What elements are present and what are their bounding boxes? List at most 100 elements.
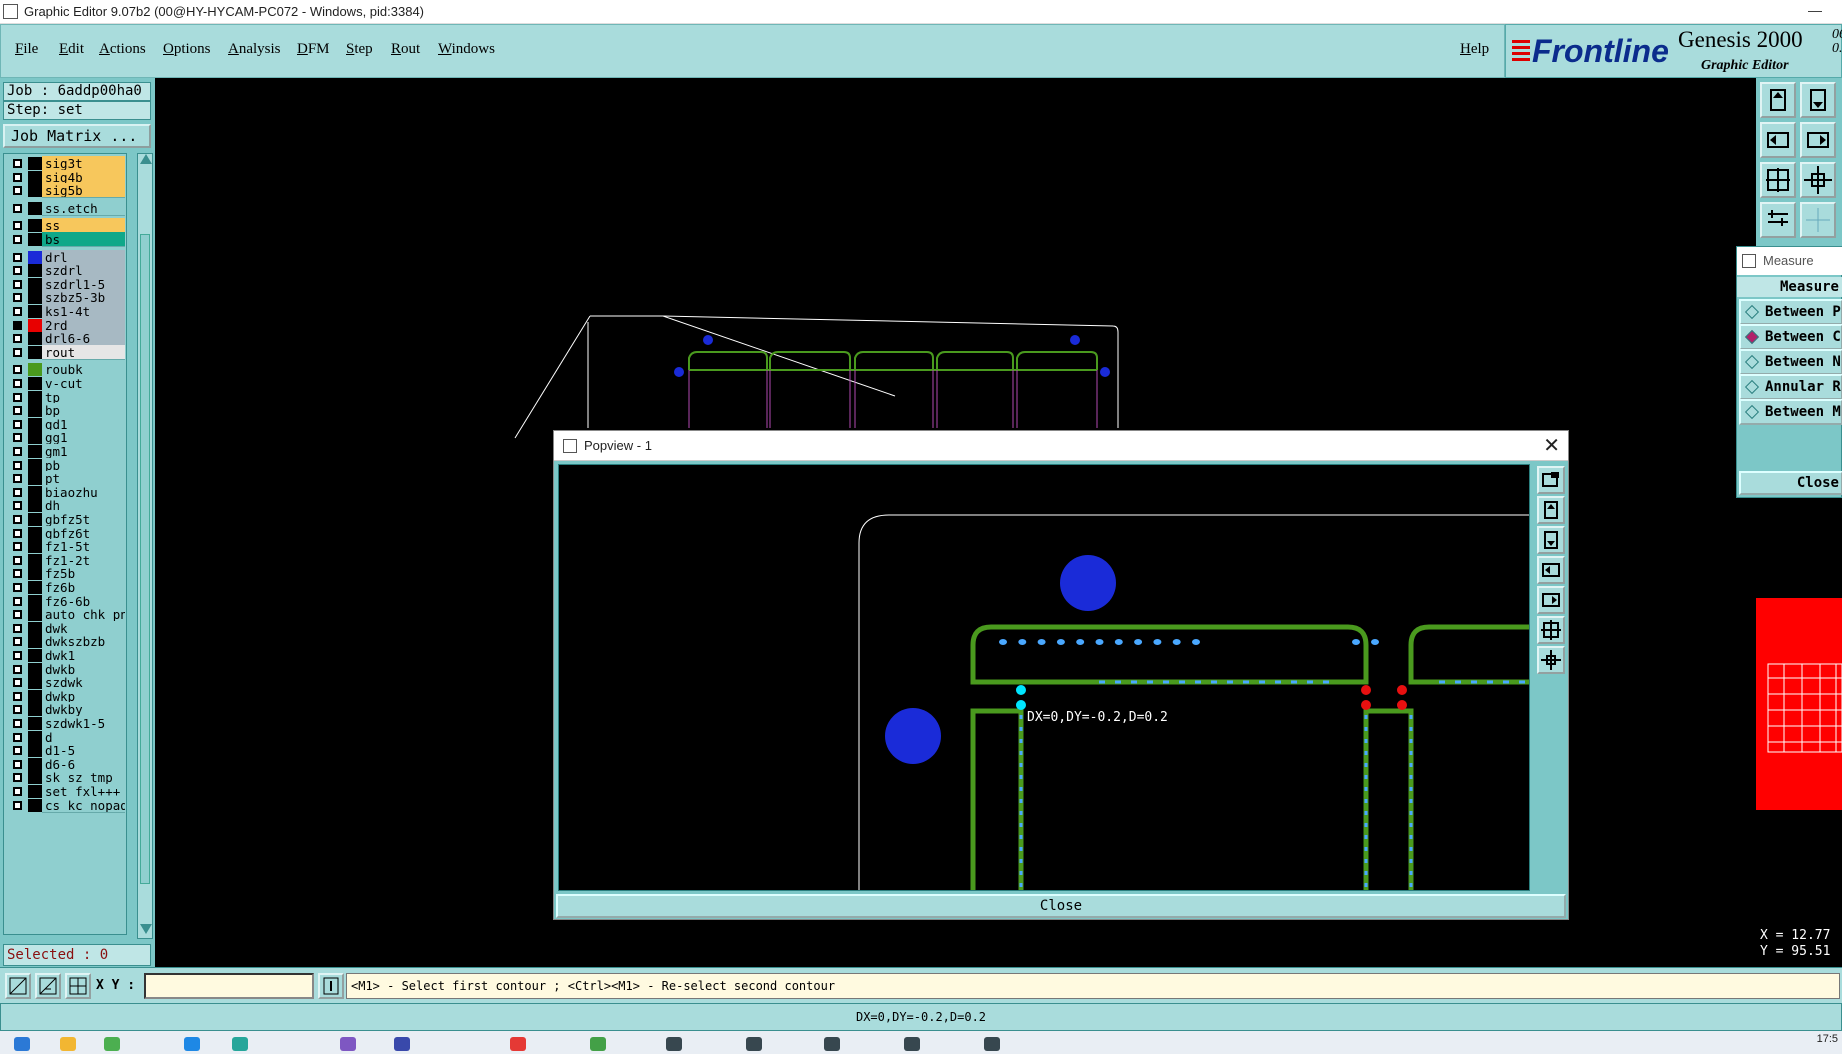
layer-checkbox[interactable] [13, 610, 22, 620]
layer-checkbox[interactable] [13, 419, 22, 429]
layer-color-swatch[interactable] [28, 567, 42, 581]
menu-options[interactable]: Options [163, 41, 211, 58]
layer-checkbox[interactable] [13, 787, 22, 796]
layer-color-swatch[interactable] [28, 635, 42, 649]
layer-color-swatch[interactable] [28, 184, 42, 198]
app-icon[interactable] [590, 1037, 606, 1051]
layer-checkbox[interactable] [13, 773, 22, 783]
layer-checkbox[interactable] [13, 172, 22, 182]
layer-color-swatch[interactable] [28, 318, 42, 332]
layer-checkbox[interactable] [13, 746, 22, 756]
layer-checkbox[interactable] [13, 159, 22, 168]
menu-analysis[interactable]: Analysis [228, 41, 281, 58]
layer-color-swatch[interactable] [28, 170, 42, 184]
app-icon[interactable] [746, 1037, 762, 1051]
popview-close-x-button[interactable]: ✕ [1543, 433, 1560, 458]
layer-checkbox[interactable] [13, 334, 22, 344]
layer-color-swatch[interactable] [28, 798, 42, 812]
layer-color-swatch[interactable] [28, 703, 42, 717]
popview-zoom-fit-button[interactable] [1537, 466, 1565, 494]
layer-color-swatch[interactable] [28, 201, 42, 215]
scroll-down-arrow-icon[interactable] [140, 924, 152, 934]
layer-color-swatch[interactable] [28, 390, 42, 404]
zoom-out-button[interactable] [1800, 162, 1836, 198]
layer-color-swatch[interactable] [28, 157, 42, 170]
app-icon[interactable] [340, 1037, 356, 1051]
layer-checkbox[interactable] [13, 433, 22, 443]
layer-checkbox[interactable] [13, 759, 22, 769]
layer-color-swatch[interactable] [28, 485, 42, 499]
layer-row-cs_kc_nopad[interactable]: cs_kc_nopad [4, 797, 126, 813]
layer-row-bs[interactable]: bs [4, 232, 126, 247]
layer-checkbox[interactable] [13, 501, 22, 511]
layer-checkbox[interactable] [13, 320, 22, 330]
layer-color-swatch[interactable] [28, 472, 42, 486]
layer-color-swatch[interactable] [28, 499, 42, 513]
layer-name[interactable]: ss.etch [42, 200, 125, 216]
tools-button[interactable] [1760, 202, 1796, 238]
layer-checkbox[interactable] [13, 235, 22, 244]
layer-checkbox[interactable] [13, 569, 22, 579]
radio-diamond-icon[interactable] [1744, 404, 1760, 420]
popview-pan-right-button[interactable] [1537, 586, 1565, 614]
layer-color-swatch[interactable] [28, 594, 42, 608]
layer-color-swatch[interactable] [28, 363, 42, 377]
minimize-button[interactable]: — [1808, 2, 1822, 18]
radio-diamond-icon[interactable] [1744, 379, 1760, 395]
layer-checkbox[interactable] [13, 392, 22, 402]
layer-color-swatch[interactable] [28, 757, 42, 771]
layer-checkbox[interactable] [13, 596, 22, 606]
pan-right-button[interactable] [1800, 122, 1836, 158]
layer-checkbox[interactable] [13, 279, 22, 289]
layer-color-swatch[interactable] [28, 291, 42, 305]
measure-option[interactable]: Between Net [1739, 349, 1842, 375]
measure-option[interactable]: Annular Ring [1739, 374, 1842, 400]
popview-canvas[interactable]: DX=0,DY=-0.2,D=0.2 [558, 464, 1530, 891]
popview-pan-up-button[interactable] [1537, 496, 1565, 524]
menu-windows[interactable]: Windows [438, 41, 495, 58]
zoom-in-button[interactable] [1760, 162, 1796, 198]
layer-color-swatch[interactable] [28, 744, 42, 758]
layer-color-swatch[interactable] [28, 553, 42, 567]
layer-color-swatch[interactable] [28, 689, 42, 703]
layer-color-swatch[interactable] [28, 608, 42, 622]
layer-color-swatch[interactable] [28, 250, 42, 264]
info-button[interactable] [318, 973, 344, 999]
snap-grid-button[interactable] [65, 973, 91, 999]
layer-checkbox[interactable] [13, 664, 22, 674]
layer-checkbox[interactable] [13, 555, 22, 565]
layer-color-swatch[interactable] [28, 431, 42, 445]
menu-edit[interactable]: Edit [59, 41, 84, 58]
layer-color-swatch[interactable] [28, 621, 42, 635]
board-overview-map[interactable] [1756, 598, 1842, 810]
layer-color-swatch[interactable] [28, 264, 42, 278]
layer-name[interactable]: cs_kc_nopad [42, 797, 125, 813]
layer-checkbox[interactable] [13, 252, 22, 262]
popview-zoom-in-button[interactable] [1537, 616, 1565, 644]
layer-checkbox[interactable] [13, 528, 22, 538]
layer-checkbox[interactable] [13, 637, 22, 647]
app-icon[interactable] [984, 1037, 1000, 1051]
pan-down-button[interactable] [1800, 82, 1836, 118]
snap-intersect-button[interactable] [35, 973, 61, 999]
layer-checkbox[interactable] [13, 186, 22, 196]
menu-file[interactable]: File [15, 41, 38, 58]
layer-color-swatch[interactable] [28, 404, 42, 418]
app-icon[interactable] [666, 1037, 682, 1051]
layer-color-swatch[interactable] [28, 730, 42, 744]
layer-checkbox[interactable] [13, 221, 22, 231]
menu-step[interactable]: Step [346, 41, 373, 58]
layer-row-sig5b[interactable]: sig5b [4, 183, 126, 199]
app-icon[interactable] [510, 1037, 526, 1051]
layer-checkbox[interactable] [13, 266, 22, 276]
measure-close-button[interactable]: Close [1739, 471, 1842, 495]
grid-button[interactable] [1800, 202, 1836, 238]
layer-checkbox[interactable] [13, 651, 22, 660]
layer-color-swatch[interactable] [28, 277, 42, 291]
popview-close-button[interactable]: Close [556, 894, 1566, 918]
layer-checkbox[interactable] [13, 542, 22, 552]
xy-input[interactable] [144, 973, 314, 999]
layer-list-scrollbar[interactable] [137, 153, 153, 939]
app-icon[interactable] [104, 1037, 120, 1051]
layer-checkbox[interactable] [13, 487, 22, 497]
